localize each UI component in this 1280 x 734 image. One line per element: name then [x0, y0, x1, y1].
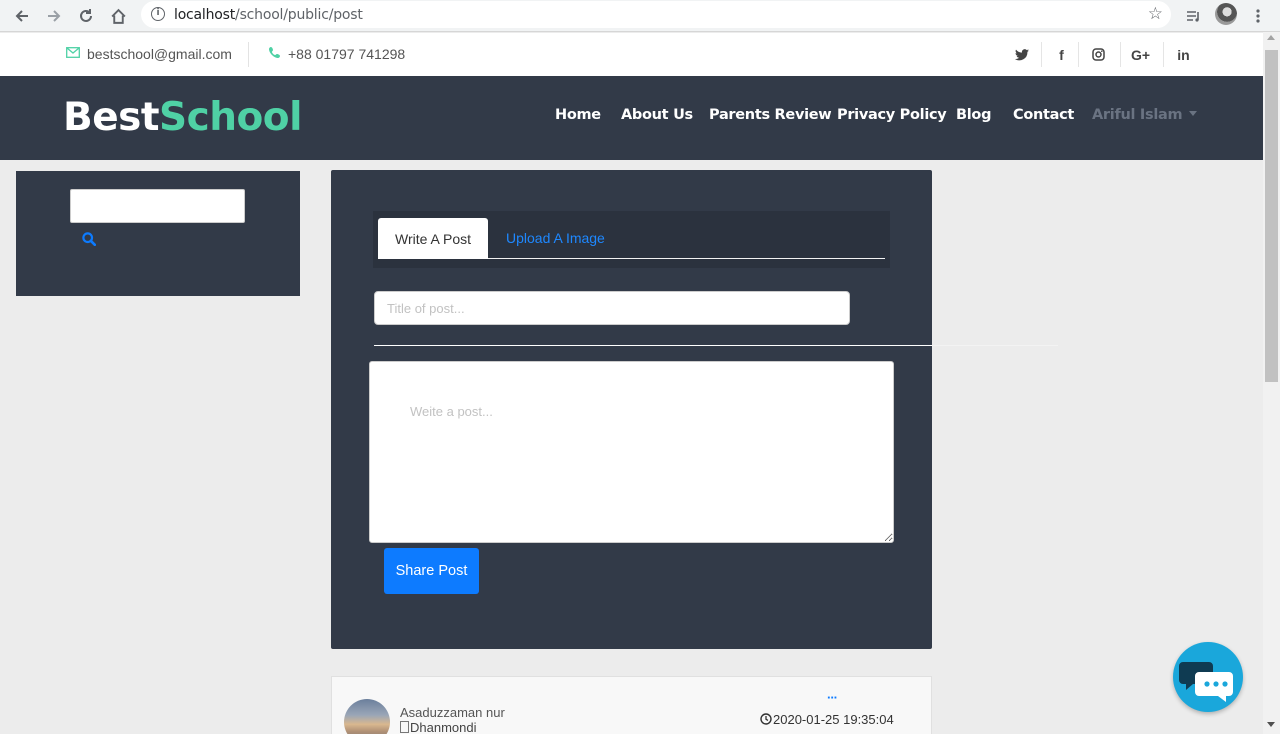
twitter-icon[interactable]	[1002, 42, 1042, 67]
post-composer: Write A Post Upload A Image Share Post	[331, 170, 932, 649]
facebook-icon[interactable]: f	[1041, 42, 1081, 67]
phone-contact[interactable]: +88 01797 741298	[269, 46, 405, 62]
site-logo[interactable]: BestSchool	[63, 95, 302, 140]
profile-avatar[interactable]	[1215, 3, 1237, 25]
post-location-text: Dhanmondi	[410, 720, 477, 734]
site-header: BestSchool Home About Us Parents Review …	[0, 76, 1263, 160]
nav-home[interactable]: Home	[555, 107, 601, 123]
caret-down-icon	[1189, 110, 1198, 116]
tab-write-post[interactable]: Write A Post	[378, 218, 488, 259]
post-date: 2020-01-25 19:35:04	[760, 712, 894, 728]
composer-tabs: Write A Post Upload A Image	[373, 211, 890, 268]
user-dropdown[interactable]: Ariful Islam	[1092, 107, 1198, 123]
star-icon[interactable]: ☆	[1148, 4, 1163, 24]
contact-divider	[248, 42, 249, 67]
post-author[interactable]: Asaduzzaman nur	[400, 705, 505, 720]
nav-contact[interactable]: Contact	[1013, 107, 1074, 123]
post-card: Asaduzzaman nur Dhanmondi ··· 2020-01-25…	[331, 676, 932, 734]
phone-text: +88 01797 741298	[288, 46, 406, 62]
post-body-textarea[interactable]	[369, 361, 894, 543]
share-post-button[interactable]: Share Post	[384, 548, 479, 594]
address-bar[interactable]: i localhost/school/public/post ☆	[141, 1, 1171, 28]
reload-icon[interactable]	[75, 5, 97, 27]
phone-icon	[269, 46, 281, 62]
nav-blog[interactable]: Blog	[956, 107, 991, 123]
map-marker-icon	[400, 721, 409, 733]
author-avatar[interactable]	[344, 699, 390, 734]
linkedin-icon[interactable]: in	[1163, 42, 1203, 67]
instagram-icon[interactable]	[1078, 42, 1118, 67]
nav-about[interactable]: About Us	[621, 107, 693, 123]
home-icon[interactable]	[107, 5, 129, 27]
envelope-icon	[66, 46, 80, 62]
chat-widget-button[interactable]	[1173, 642, 1243, 712]
contact-bar: bestschool@gmail.com +88 01797 741298 f …	[0, 33, 1263, 76]
google-plus-icon[interactable]: G+	[1120, 42, 1160, 67]
clock-icon	[760, 713, 772, 728]
menu-icon[interactable]	[1247, 5, 1269, 27]
search-icon[interactable]	[82, 232, 97, 247]
info-icon[interactable]: i	[151, 7, 165, 21]
browser-toolbar: i localhost/school/public/post ☆	[0, 0, 1280, 32]
tab-upload-image[interactable]: Upload A Image	[506, 230, 605, 246]
url-text: localhost/school/public/post	[174, 7, 363, 23]
sidebar-search-panel	[16, 171, 300, 296]
scroll-up-icon[interactable]	[1267, 35, 1275, 40]
page-scrollbar[interactable]	[1263, 32, 1280, 734]
email-contact[interactable]: bestschool@gmail.com	[66, 46, 232, 62]
user-name: Ariful Islam	[1092, 107, 1183, 123]
composer-separator-ext	[932, 345, 1058, 346]
post-options-icon[interactable]: ···	[827, 690, 838, 705]
chat-icon	[1179, 662, 1233, 702]
post-date-text: 2020-01-25 19:35:04	[773, 712, 894, 727]
nav-parents-review[interactable]: Parents Review	[709, 107, 832, 123]
post-location: Dhanmondi	[400, 720, 477, 734]
post-title-input[interactable]	[374, 291, 850, 325]
search-input[interactable]	[70, 189, 245, 223]
nav-privacy-policy[interactable]: Privacy Policy	[837, 107, 947, 123]
email-text: bestschool@gmail.com	[87, 46, 232, 62]
media-icon[interactable]	[1182, 5, 1204, 27]
back-icon[interactable]	[11, 5, 33, 27]
forward-icon[interactable]	[43, 5, 65, 27]
composer-separator	[374, 345, 932, 346]
scrollbar-thumb[interactable]	[1265, 50, 1278, 382]
scroll-down-icon[interactable]	[1267, 722, 1275, 727]
